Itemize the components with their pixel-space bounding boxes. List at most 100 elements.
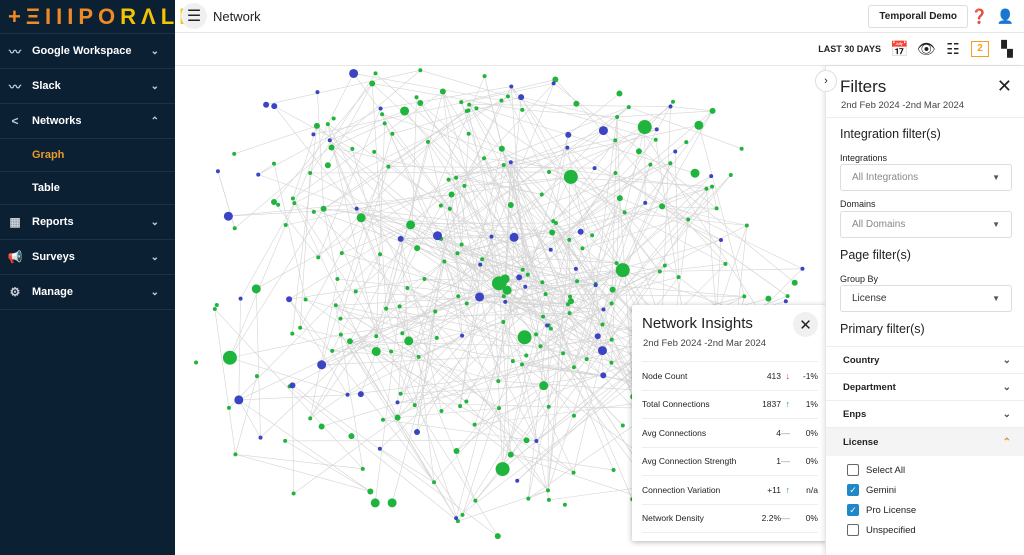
graph-node[interactable] [372,149,377,154]
graph-node[interactable] [464,399,469,404]
graph-node[interactable] [517,330,532,345]
graph-node[interactable] [518,94,525,101]
graph-node[interactable] [538,344,543,349]
graph-node[interactable] [439,88,446,95]
graph-node[interactable] [676,275,681,280]
user-icon[interactable]: 👤 [997,8,1014,25]
graph-node[interactable] [765,295,772,302]
graph-node[interactable] [371,346,381,356]
graph-node[interactable] [609,360,614,365]
graph-node[interactable] [330,348,335,353]
graph-node[interactable] [448,191,455,198]
graph-node[interactable] [289,382,296,389]
graph-node[interactable] [598,126,608,136]
graph-node[interactable] [565,145,570,150]
graph-node[interactable] [404,336,414,346]
graph-node[interactable] [356,213,366,223]
checkbox-gemini[interactable]: ✓ Gemini [847,484,896,496]
graph-node[interactable] [453,448,460,455]
graph-node[interactable] [256,172,261,177]
graph-node[interactable] [571,470,576,475]
graph-node[interactable] [389,349,394,354]
graph-node[interactable] [405,286,410,291]
graph-node[interactable] [507,451,514,458]
graph-node[interactable] [613,170,618,175]
graph-node[interactable] [320,205,327,212]
graph-node[interactable] [662,263,667,268]
graph-node[interactable] [460,333,465,338]
graph-node[interactable] [567,237,572,242]
graph-node[interactable] [414,95,419,100]
graph-node[interactable] [416,354,421,359]
graph-node[interactable] [339,251,344,256]
graph-node[interactable] [223,211,233,221]
graph-node[interactable] [609,301,614,306]
graph-node[interactable] [384,306,389,311]
accordion-department[interactable]: Department ⌄ [826,373,1024,400]
close-icon[interactable]: ✕ [793,312,818,337]
graph-node[interactable] [439,408,444,413]
graph-node[interactable] [254,374,259,379]
graph-node[interactable] [614,261,619,266]
graph-node[interactable] [497,406,502,411]
graph-node[interactable] [659,203,666,210]
tune-icon[interactable]: ☷ [944,40,962,58]
graph-node[interactable] [626,105,631,110]
chevron-right-icon[interactable]: › [815,70,837,92]
graph-node[interactable] [499,98,504,103]
graph-node[interactable] [412,403,417,408]
graph-node[interactable] [546,497,551,502]
graph-node[interactable] [543,292,548,297]
graph-node[interactable] [386,164,391,169]
graph-node[interactable] [292,201,297,206]
date-range-label[interactable]: LAST 30 DAYS [818,44,881,54]
checkbox-select-all[interactable]: Select All [847,464,905,476]
graph-node[interactable] [271,103,278,110]
graph-node[interactable] [648,162,653,167]
sidebar-item-networks[interactable]: < Networks ⌃ [0,104,175,139]
graph-node[interactable] [668,104,673,109]
calendar-icon[interactable]: 📅 [890,40,909,58]
sidebar-item-surveys[interactable]: 📢 Surveys ⌄ [0,240,175,275]
graph-node[interactable] [473,498,478,503]
graph-node[interactable] [233,452,238,457]
filter-count-icon[interactable]: 2 [971,41,989,57]
graph-node[interactable] [387,498,397,508]
graph-node[interactable] [548,247,553,252]
graph-node[interactable] [357,391,364,398]
graph-node[interactable] [508,160,513,165]
graph-node[interactable] [510,359,515,364]
graph-node[interactable] [459,100,464,105]
graph-node[interactable] [331,116,336,121]
graph-node[interactable] [791,279,798,286]
graph-node[interactable] [526,496,531,501]
graph-node[interactable] [467,102,472,107]
graph-node[interactable] [251,284,261,294]
domains-select[interactable]: All Domains ▼ [840,211,1012,238]
help-icon[interactable]: ❓ [971,8,988,25]
integrations-select[interactable]: All Integrations ▼ [840,164,1012,191]
graph-node[interactable] [573,100,580,107]
graph-node[interactable] [345,392,350,397]
graph-node[interactable] [615,263,630,278]
graph-node[interactable] [426,139,431,144]
graph-node[interactable] [546,170,551,175]
graph-node[interactable] [374,334,379,339]
graph-node[interactable] [258,435,263,440]
graph-node[interactable] [489,234,494,239]
graph-node[interactable] [593,283,598,288]
graph-node[interactable] [480,257,485,262]
graph-node[interactable] [434,335,439,340]
graph-node[interactable] [303,297,308,302]
graph-node[interactable] [458,404,463,409]
dashboard-icon[interactable]: ▚ [998,40,1016,58]
graph-node[interactable] [226,405,231,410]
graph-node[interactable] [551,219,556,224]
graph-node[interactable] [540,280,545,285]
graph-node[interactable] [783,299,788,304]
graph-node[interactable] [561,351,566,356]
graph-node[interactable] [377,446,382,451]
graph-node[interactable] [523,284,528,289]
graph-node[interactable] [670,99,675,104]
graph-node[interactable] [460,512,465,517]
